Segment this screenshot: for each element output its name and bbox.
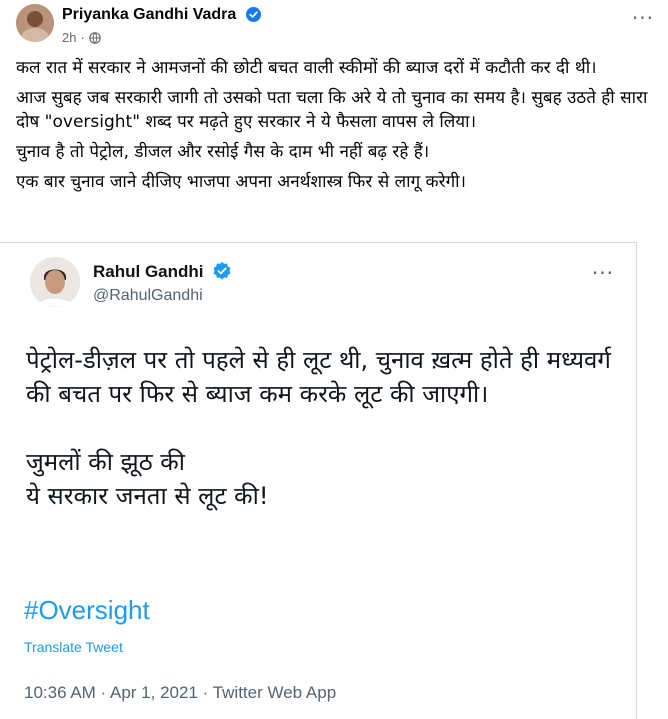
post-paragraph: कल रात में सरकार ने आमजनों की छोटी बचत व… [16,58,597,78]
tweet-timestamp[interactable]: 10:36 AM · Apr 1, 2021 · Twitter Web App [24,683,336,703]
globe-icon [89,32,101,47]
post-menu-more-icon[interactable]: ··· [632,8,654,28]
verified-badge-icon [212,261,232,286]
tweet-author-name[interactable]: Rahul Gandhi [93,261,232,286]
post-paragraph: आज सुबह जब सरकारी जागी तो उसको पता चला क… [16,88,648,132]
tweet-author-name-text[interactable]: Rahul Gandhi [93,262,204,281]
tweet-menu-more-icon[interactable]: ··· [592,263,614,283]
meta-separator: · [80,30,85,45]
verified-badge-icon [245,7,261,27]
post-time[interactable]: 2h [62,30,76,45]
tweet-author-avatar[interactable] [30,257,80,307]
post-paragraph: एक बार चुनाव जाने दीजिए भाजपा अपना अनर्थ… [16,172,466,192]
tweet-author-handle[interactable]: @RahulGandhi [93,287,203,305]
tweet-paragraph: पेट्रोल-डीज़ल पर तो पहले से ही लूट थी, च… [26,346,611,408]
post-meta: 2h · [62,30,101,47]
author-name-text[interactable]: Priyanka Gandhi Vadra [62,6,236,23]
facebook-post: Priyanka Gandhi Vadra 2h · ··· कल रात में… [0,0,668,242]
post-text: कल रात में सरकार ने आमजनों की छोटी बचत व… [16,56,656,200]
translate-tweet-link[interactable]: Translate Tweet [24,639,123,655]
author-name[interactable]: Priyanka Gandhi Vadra [62,6,261,27]
embedded-tweet[interactable]: Rahul Gandhi @RahulGandhi ··· पेट्रोल-डी… [0,242,637,719]
tweet-line: जुमलों की झूठ की [26,448,185,476]
author-avatar[interactable] [16,4,54,42]
post-paragraph: चुनाव है तो पेट्रोल, डीजल और रसोई गैस के… [16,142,430,162]
tweet-text: पेट्रोल-डीज़ल पर तो पहले से ही लूट थी, च… [26,343,626,513]
hashtag-link[interactable]: #Oversight [24,595,150,626]
tweet-line: ये सरकार जनता से लूट की! [26,482,269,510]
